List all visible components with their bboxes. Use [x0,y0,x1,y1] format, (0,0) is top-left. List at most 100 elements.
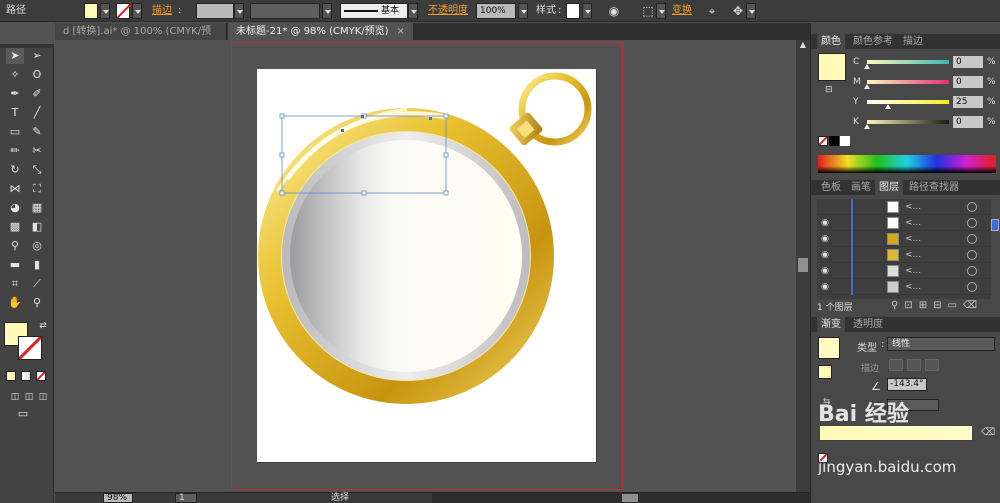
layer-selection-indicator[interactable] [991,219,999,231]
layer-name[interactable]: <... [905,279,921,295]
layers-footer-icons[interactable]: ⚲⊡⊞⊟▭⌫ [891,300,983,311]
zoom-field[interactable]: 98% [103,493,133,503]
stroke-weight-field[interactable] [196,3,234,19]
black-swatch[interactable] [829,136,839,146]
stroke-gradient-option-2[interactable] [907,359,921,371]
align-dropdown[interactable] [656,3,666,19]
color-spectrum[interactable] [818,155,996,173]
hand-tool-icon[interactable]: ✋ [6,295,24,311]
layer-row[interactable]: ◉ <... [817,263,991,279]
free-transform-icon[interactable]: ⛶ [28,181,46,197]
stroke-gradient-option-1[interactable] [889,359,903,371]
symbol-sprayer-icon[interactable]: ▬ [6,257,24,273]
artboard-tool-icon[interactable]: ⌗ [6,276,24,292]
gradient-fill-swatch[interactable] [818,365,832,379]
layer-row[interactable]: ◉ <... [817,215,991,231]
mesh-tool-icon[interactable]: ▩ [6,219,24,235]
close-icon[interactable]: × [397,26,405,37]
tab-document-2[interactable]: 未标题-21* @ 98% (CMYK/预览) × [228,23,414,40]
tab-swatches[interactable]: 色板 [817,180,845,195]
visibility-eye-icon[interactable]: ◉ [819,266,831,276]
tab-pathfinder[interactable]: 路径查找器 [905,180,963,195]
swap-colors-icon[interactable]: ⇄ [34,318,52,334]
target-icon[interactable] [967,250,977,260]
layer-name[interactable]: <... [905,263,921,279]
tab-layers[interactable]: 图层 [875,180,903,195]
lasso-icon[interactable]: ʘ [28,67,46,83]
brush-definition-field[interactable]: 基本 [340,3,408,19]
tab-color-guide[interactable]: 颜色参考 [849,34,897,49]
gradient-tool-icon[interactable]: ◧ [28,219,46,235]
gradient-mode-icon[interactable] [21,371,31,381]
layer-row[interactable]: ◉ <... [817,279,991,295]
fill-dropdown[interactable] [100,3,110,19]
style-dropdown[interactable] [582,3,592,19]
magic-wand-icon[interactable]: ✧ [6,67,24,83]
status-mode[interactable]: 选择 [331,493,349,503]
recolor-icon[interactable]: ◉ [606,3,622,19]
options-icon[interactable]: ✥ [730,3,746,19]
layer-row[interactable]: <... [817,199,991,215]
vertical-scrollbar[interactable]: ▲ [796,40,810,492]
layer-name[interactable]: <... [905,215,921,231]
target-icon[interactable] [967,234,977,244]
options-dropdown[interactable] [746,3,756,19]
current-color-swatch[interactable] [818,53,846,81]
stroke-label[interactable]: 描边 [152,3,172,19]
style-swatch[interactable] [566,3,580,19]
stroke-weight-dropdown[interactable] [234,3,244,19]
variable-width-dropdown[interactable] [322,3,332,19]
layer-name[interactable]: <... [905,247,921,263]
scrollbar-thumb[interactable] [798,258,808,272]
align-icon[interactable]: ⬚ [640,3,656,19]
visibility-eye-icon[interactable] [819,202,831,212]
target-icon[interactable] [967,218,977,228]
slice-tool-icon[interactable]: ⟋ [28,276,46,292]
rectangle-tool-icon[interactable]: ▭ [6,124,24,140]
tab-transparency[interactable]: 透明度 [849,317,887,332]
pencil-tool-icon[interactable]: ✏ [6,143,24,159]
stroke-swatch[interactable] [116,3,132,19]
target-icon[interactable] [967,282,977,292]
visibility-eye-icon[interactable]: ◉ [819,250,831,260]
rotate-tool-icon[interactable]: ↻ [6,162,24,178]
artboard[interactable] [257,69,596,462]
eyedropper-icon[interactable]: ⚲ [6,238,24,254]
stroke-dropdown[interactable] [132,3,142,19]
blend-tool-icon[interactable]: ◎ [28,238,46,254]
variable-width-field[interactable] [250,3,320,19]
draw-inside-icon[interactable]: ◫ [34,389,52,405]
scroll-up-icon[interactable]: ▲ [798,40,808,50]
tab-gradient[interactable]: 渐变 [817,317,845,332]
hscroll-thumb[interactable] [622,494,638,502]
tab-brushes[interactable]: 画笔 [847,180,875,195]
gradient-type-select[interactable]: 线性 [887,337,995,351]
brush-dropdown[interactable] [408,3,418,19]
line-tool-icon[interactable]: ╱ [28,105,46,121]
layer-row[interactable]: ◉ <... [817,247,991,263]
fill-swatch[interactable] [84,3,98,19]
curvature-tool-icon[interactable]: ✐ [28,86,46,102]
horizontal-scrollbar[interactable] [432,493,810,503]
tab-document-1[interactable]: d [转换].ai* @ 100% (CMYK/预览)× [55,23,227,54]
scale-tool-icon[interactable]: ⤡ [28,162,46,178]
width-tool-icon[interactable]: ⋈ [6,181,24,197]
layer-name[interactable]: <... [905,199,921,215]
column-graph-icon[interactable]: ▮ [28,257,46,273]
visibility-eye-icon[interactable]: ◉ [819,282,831,292]
transform-label[interactable]: 变换 [672,3,692,19]
none-mode-icon[interactable] [36,371,46,381]
delete-stop-icon[interactable]: ⌫ [981,427,995,438]
color-mode-icon[interactable] [6,371,16,381]
tab-stroke[interactable]: 描边 [899,34,927,49]
white-swatch[interactable] [840,136,850,146]
type-tool-icon[interactable]: T [6,105,24,121]
canvas-area[interactable] [55,40,796,492]
pen-tool-icon[interactable]: ✒ [6,86,24,102]
perspective-grid-icon[interactable]: ▦ [28,200,46,216]
isolate-icon[interactable]: ⌖ [704,3,720,19]
layer-row[interactable]: ◉ <... [817,231,991,247]
pocket-watch-artwork[interactable] [257,69,596,462]
tab-color[interactable]: 颜色 [817,34,845,49]
gradient-preview[interactable] [818,337,840,359]
